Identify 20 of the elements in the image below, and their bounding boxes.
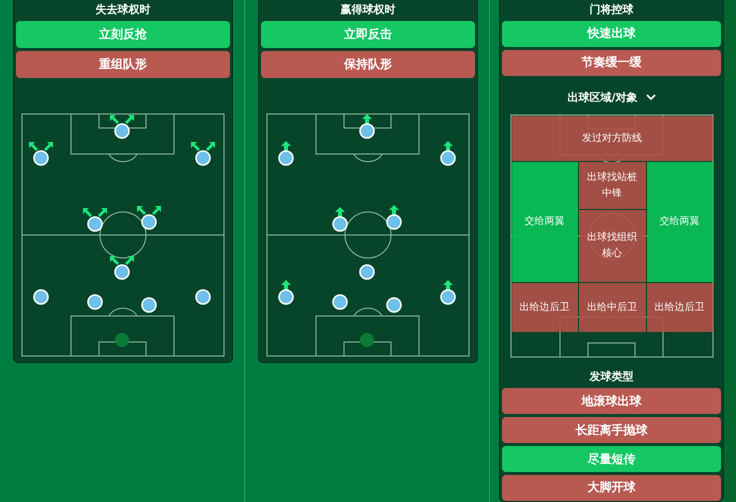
panel-title: 失去球权时 <box>94 2 152 18</box>
section-heading: 发球类型 <box>588 369 634 386</box>
section-heading: 出球区域/对象 <box>567 90 638 106</box>
option-button[interactable]: 长距离手抛球 <box>502 417 721 444</box>
pitch-zone[interactable]: 出给边后卫 <box>646 283 712 332</box>
pitch-zone[interactable]: 出球找组织核心 <box>578 210 646 282</box>
chevron-down-icon[interactable] <box>646 94 656 102</box>
option-button[interactable]: 地滚球出球 <box>502 388 721 414</box>
pitch-zone[interactable]: 发过对方防线 <box>512 116 712 162</box>
option-button[interactable]: 节奏缓一缓 <box>502 50 721 76</box>
option-button[interactable]: 大脚开球 <box>502 475 721 501</box>
pitch-zone[interactable]: 交给两翼 <box>646 162 712 282</box>
pitch-zone[interactable]: 交给两翼 <box>512 162 578 282</box>
option-button[interactable]: 重组队形 <box>16 51 230 78</box>
pitch-zone[interactable]: 出给边后卫 <box>512 283 578 332</box>
option-button[interactable]: 保持队形 <box>261 51 475 78</box>
panel-title: 赢得球权时 <box>340 2 396 18</box>
pitch-zone[interactable]: 出给中后卫 <box>578 283 646 332</box>
panel-title: 门将控球 <box>588 2 634 18</box>
pitch-zone[interactable]: 出球找站桩中锋 <box>578 162 646 210</box>
